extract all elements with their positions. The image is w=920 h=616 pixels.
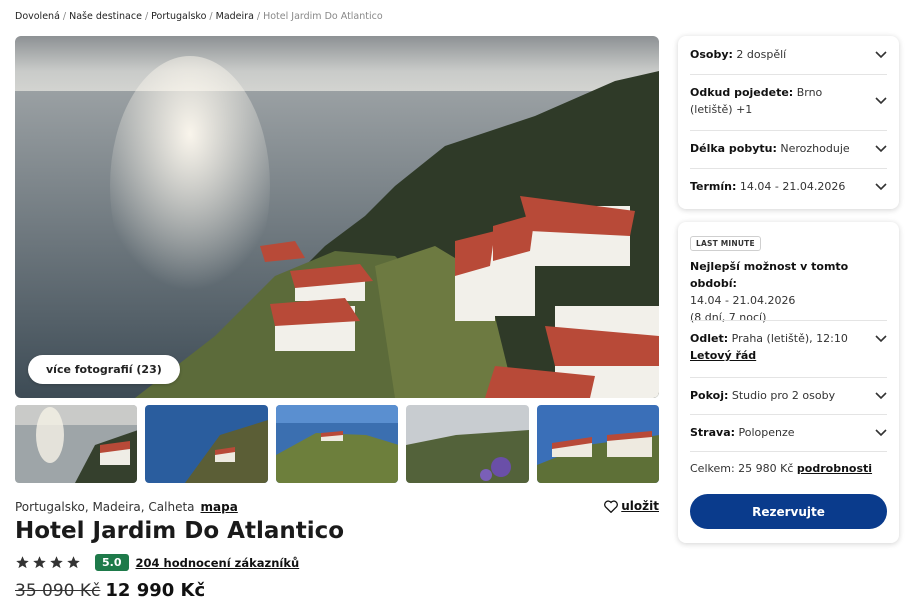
breadcrumb-item-madeira[interactable]: Madeira xyxy=(216,11,254,22)
room-value: Studio pro 2 osoby xyxy=(731,389,836,402)
breadcrumb-separator: / xyxy=(256,11,261,22)
divider xyxy=(690,320,887,321)
filter-card: Osoby: 2 dospělí Odkud pojedete: Brno (l… xyxy=(678,36,899,209)
last-minute-badge: LAST MINUTE xyxy=(690,236,761,251)
divider xyxy=(690,451,887,452)
divider xyxy=(690,130,887,131)
chevron-down-icon xyxy=(875,51,887,59)
star-icon xyxy=(50,556,63,569)
breadcrumb-current: Hotel Jardim Do Atlantico xyxy=(263,11,383,22)
thumbnail-image xyxy=(536,405,660,483)
divider xyxy=(690,377,887,378)
breadcrumb-item-dovolena[interactable]: Dovolená xyxy=(15,11,60,22)
breadcrumb-item-portugalsko[interactable]: Portugalsko xyxy=(151,11,206,22)
thumbnail-image xyxy=(15,405,138,483)
new-price: 12 990 Kč xyxy=(105,580,206,601)
persons-label: Osoby: xyxy=(690,48,733,61)
breadcrumb-separator: / xyxy=(62,11,67,22)
offer-dates: 14.04 - 21.04.2026 xyxy=(690,294,796,307)
term-label: Termín: xyxy=(690,180,737,193)
breadcrumb: Dovolená / Naše destinace / Portugalsko / Made… xyxy=(15,11,383,22)
thumbnail-strip xyxy=(15,405,660,483)
from-label: Odkud pojedete: xyxy=(690,86,794,99)
from-value-extra: (letiště) +1 xyxy=(690,103,753,116)
from-value: Brno xyxy=(796,86,823,99)
thumbnail-5[interactable] xyxy=(536,405,660,483)
total-price: Celkem: 25 980 Kč podrobnosti xyxy=(690,460,887,477)
room-label: Pokoj: xyxy=(690,389,729,402)
term-value: 14.04 - 21.04.2026 xyxy=(739,180,846,193)
hero-photo[interactable]: více fotografií (23) xyxy=(15,36,659,398)
chevron-down-icon xyxy=(875,145,887,153)
hotel-location: Portugalsko, Madeira, Calheta mapa xyxy=(15,500,238,514)
breadcrumb-separator: / xyxy=(209,11,213,22)
departure-city-selector[interactable]: Odkud pojedete: Brno (letiště) +1 xyxy=(690,84,887,118)
old-price: 35 090 Kč xyxy=(15,581,101,601)
map-link[interactable]: mapa xyxy=(201,500,238,514)
breadcrumb-separator: / xyxy=(144,11,149,22)
persons-value: 2 dospělí xyxy=(736,48,787,61)
star-icon xyxy=(16,556,29,569)
location-text: Portugalsko, Madeira, Calheta xyxy=(15,500,195,514)
best-option-label: Nejlepší možnost v tomto období: xyxy=(690,260,849,290)
offer-nights: (8 dní, 7 nocí) xyxy=(690,311,767,324)
details-link[interactable]: podrobnosti xyxy=(797,462,872,475)
star-icon xyxy=(33,556,46,569)
reserve-button[interactable]: Rezervujte xyxy=(690,494,887,529)
breadcrumb-item-destinace[interactable]: Naše destinace xyxy=(69,11,142,22)
board-value: Polopenze xyxy=(738,426,795,439)
chevron-down-icon xyxy=(875,429,887,437)
thumbnail-3[interactable] xyxy=(275,405,399,483)
thumbnail-2[interactable] xyxy=(145,405,268,483)
departure-label: Odlet: xyxy=(690,332,729,345)
star-icon xyxy=(67,556,80,569)
offer-card: LAST MINUTE Nejlepší možnost v tomto obd… xyxy=(678,222,899,543)
board-label: Strava: xyxy=(690,426,736,439)
duration-selector[interactable]: Délka pobytu: Nerozhoduje xyxy=(690,140,887,157)
duration-value: Nerozhoduje xyxy=(780,142,850,155)
departure-value: Praha (letiště), 12:10 xyxy=(731,332,848,345)
divider xyxy=(690,74,887,75)
duration-label: Délka pobytu: xyxy=(690,142,777,155)
chevron-down-icon xyxy=(875,97,887,105)
divider xyxy=(690,168,887,169)
more-photos-button[interactable]: více fotografií (23) xyxy=(28,355,180,384)
reviews-link[interactable]: 204 hodnocení zákazníků xyxy=(136,556,300,570)
star-rating xyxy=(15,555,81,570)
thumbnail-image xyxy=(275,405,399,483)
hero-photo-image xyxy=(15,36,659,398)
chevron-down-icon xyxy=(875,335,887,343)
price-row: 35 090 Kč 12 990 Kč xyxy=(15,580,205,601)
board-selector[interactable]: Strava: Polopenze xyxy=(690,424,887,441)
chevron-down-icon xyxy=(875,392,887,400)
heart-icon xyxy=(604,499,619,513)
save-label: uložit xyxy=(621,499,659,513)
persons-selector[interactable]: Osoby: 2 dospělí xyxy=(690,46,887,63)
save-button[interactable]: uložit xyxy=(604,499,659,513)
chevron-down-icon xyxy=(875,183,887,191)
thumbnail-4[interactable] xyxy=(406,405,529,483)
divider xyxy=(690,414,887,415)
rating-row: 5.0 204 hodnocení zákazníků xyxy=(15,554,299,571)
flight-schedule-link[interactable]: Letový řád xyxy=(690,349,756,362)
departure-selector[interactable]: Odlet: Praha (letiště), 12:10 Letový řád xyxy=(690,330,887,364)
room-selector[interactable]: Pokoj: Studio pro 2 osoby xyxy=(690,387,887,404)
score-badge: 5.0 xyxy=(95,554,129,571)
term-selector[interactable]: Termín: 14.04 - 21.04.2026 xyxy=(690,178,887,195)
total-price-text: Celkem: 25 980 Kč xyxy=(690,462,794,475)
thumbnail-1[interactable] xyxy=(15,405,138,483)
best-option: Nejlepší možnost v tomto období: 14.04 -… xyxy=(690,258,887,326)
hotel-title: Hotel Jardim Do Atlantico xyxy=(15,518,345,544)
thumbnail-image xyxy=(145,405,268,483)
thumbnail-image xyxy=(406,405,529,483)
